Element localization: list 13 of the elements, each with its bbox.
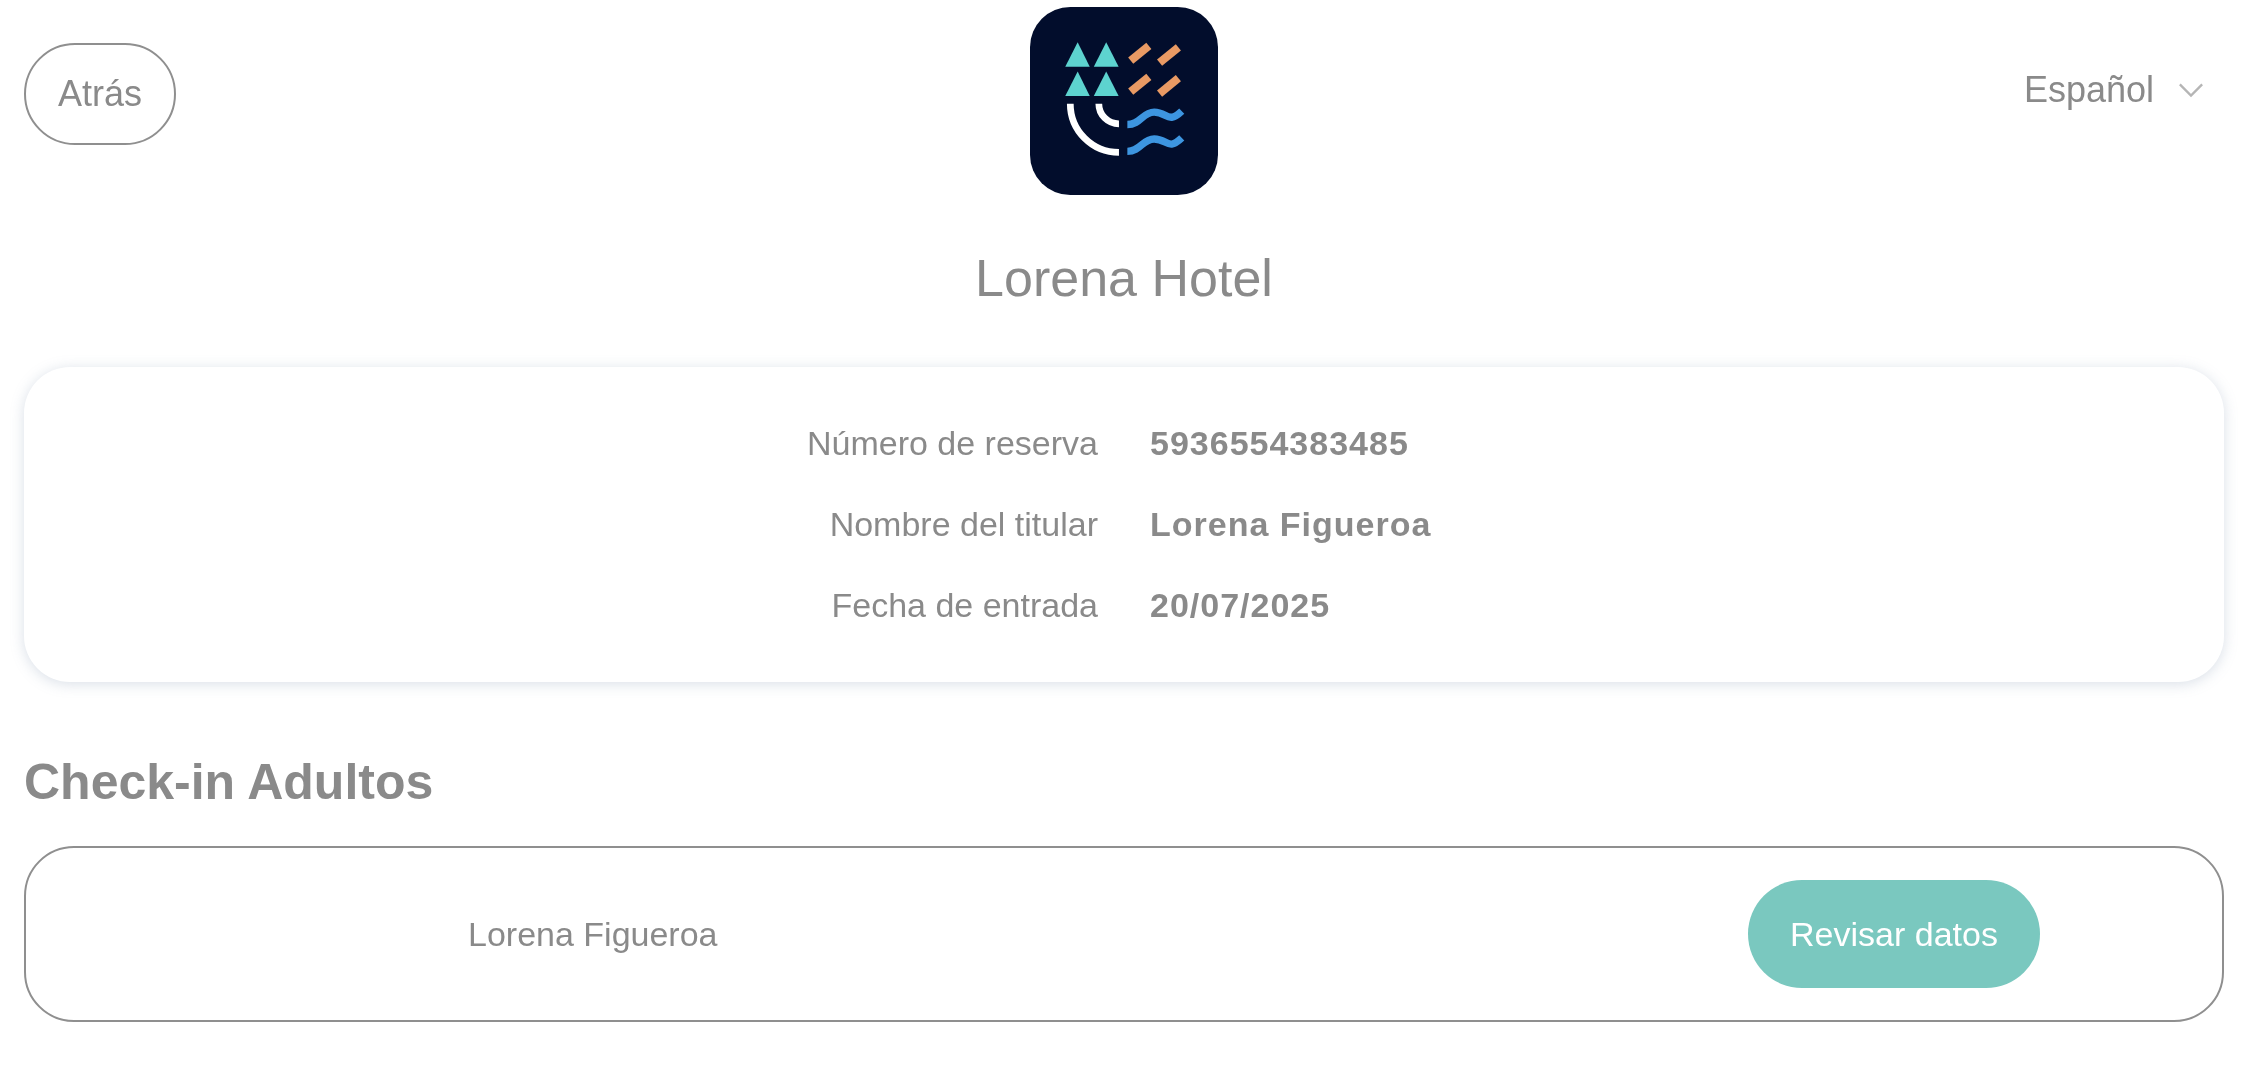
field-label: Número de reserva	[806, 424, 1098, 464]
chevron-down-icon	[2178, 82, 2204, 98]
review-button[interactable]: Revisar datos	[1748, 880, 2040, 989]
field-value: 20/07/2025	[1150, 586, 1332, 626]
section-title: Check-in Adultos	[24, 753, 435, 813]
guest-name: Lorena Figueroa	[468, 914, 718, 954]
field-label: Nombre del titular	[828, 505, 1098, 545]
field-label: Fecha de entrada	[830, 586, 1098, 626]
hotel-name: Lorena Hotel	[974, 248, 1274, 309]
back-button[interactable]: Atrás	[24, 43, 176, 145]
field-value: Lorena Figueroa	[1150, 505, 1433, 545]
language-dropdown[interactable]: Español	[2023, 69, 2204, 111]
field-value: 5936554383485	[1150, 424, 1410, 464]
